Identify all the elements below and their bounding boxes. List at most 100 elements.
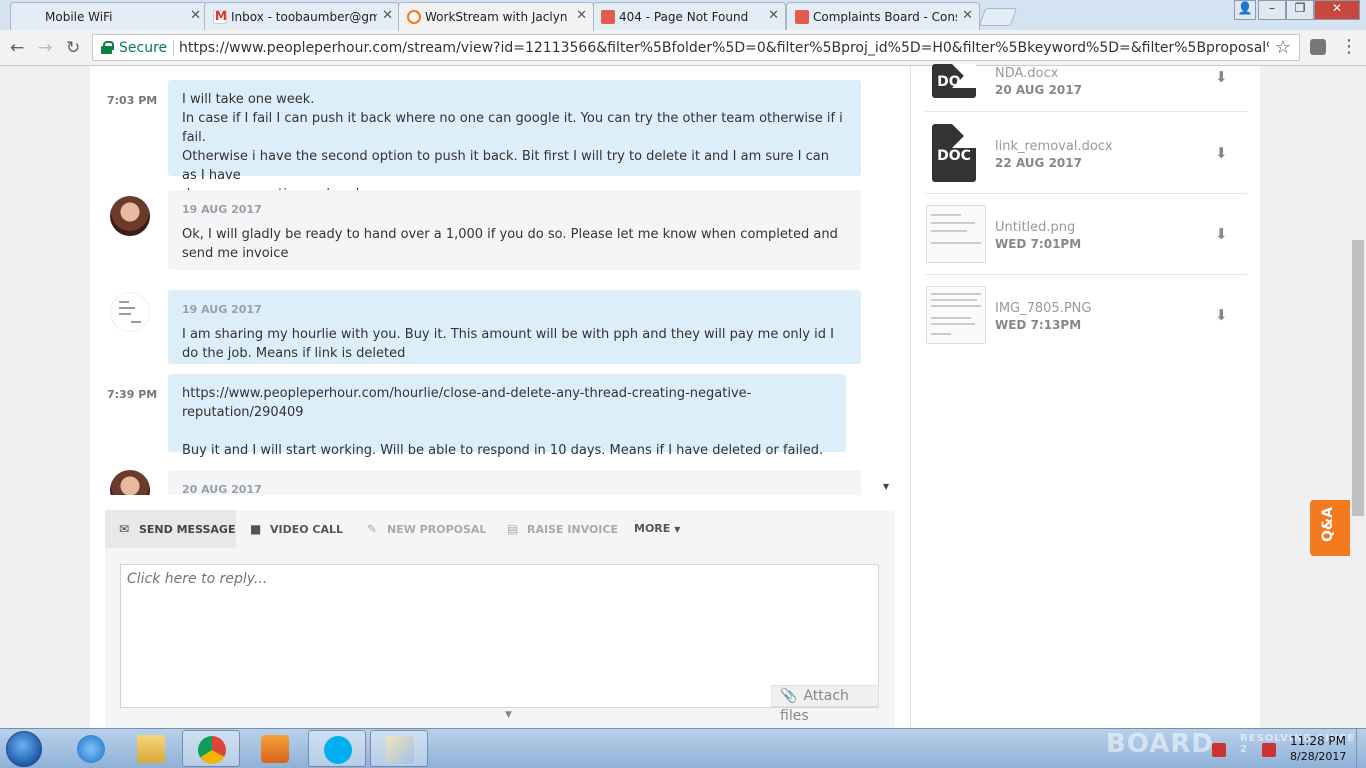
doc-file-icon: DOC	[932, 64, 976, 98]
file-item[interactable]: Untitled.png WED 7:01PM ⬇	[925, 195, 1247, 275]
download-icon[interactable]: ⬇	[1215, 306, 1228, 324]
network-icon[interactable]	[1212, 743, 1226, 757]
file-date: 20 AUG 2017	[995, 83, 1082, 97]
tab-send-message[interactable]: ✉ SEND MESSAGE	[105, 510, 236, 548]
download-icon[interactable]: ⬇	[1215, 225, 1228, 243]
lock-icon	[101, 41, 114, 54]
tab-inbox[interactable]: Inbox - toobaumber@gm ✕	[204, 2, 400, 30]
more-dropdown[interactable]: MORE ▼	[620, 510, 700, 548]
forward-arrow-icon[interactable]: →	[38, 38, 52, 58]
qa-button[interactable]: Q&A	[1310, 500, 1350, 556]
taskbar-media[interactable]	[246, 730, 304, 767]
close-icon[interactable]: ✕	[382, 8, 393, 23]
reply-composer: 📎Attach files ▼	[105, 548, 895, 728]
close-icon[interactable]: ✕	[768, 8, 779, 23]
close-icon[interactable]: ✕	[190, 8, 201, 23]
tab-title: 404 - Page Not Found	[619, 10, 749, 24]
message-bubble: 19 AUG 2017 Ok, I will gladly be ready t…	[168, 190, 861, 270]
close-icon[interactable]: ✕	[962, 8, 973, 23]
file-name[interactable]: IMG_7805.PNG	[995, 301, 1091, 316]
message-text: I am sharing my hourlie with you. Buy it…	[182, 327, 834, 361]
media-player-icon	[261, 735, 289, 763]
show-desktop-button[interactable]	[1356, 729, 1366, 768]
close-window-button[interactable]: ✕	[1314, 0, 1360, 20]
qa-label: Q&A	[1320, 507, 1336, 542]
tab-title: WorkStream with Jaclyn	[425, 10, 568, 24]
taskbar-skype[interactable]	[308, 730, 366, 767]
page-content: 7:03 PM I will take one week. In case if…	[0, 64, 1366, 728]
file-item[interactable]: DOC link_removal.docx 22 AUG 2017 ⬇	[925, 114, 1247, 194]
taskbar-explorer[interactable]	[122, 730, 180, 767]
tab-raise-invoice[interactable]: ▤ RAISE INVOICE	[493, 510, 623, 548]
tab-title: Inbox - toobaumber@gm	[231, 10, 377, 24]
message-bubble: 19 AUG 2017 I am sharing my hourlie with…	[168, 290, 861, 364]
paperclip-icon: 📎	[780, 688, 798, 704]
envelope-icon: ✉	[119, 522, 130, 536]
tab-workstream[interactable]: WorkStream with Jaclyn ✕	[398, 2, 594, 31]
doc-file-icon: DOC	[932, 124, 976, 182]
clock-date[interactable]: 8/28/2017	[1290, 750, 1346, 763]
taskbar-chrome[interactable]	[182, 730, 240, 767]
reply-input[interactable]	[120, 564, 879, 708]
tab-404[interactable]: 404 - Page Not Found ✕	[592, 2, 786, 30]
file-name[interactable]: Untitled.png	[995, 220, 1075, 235]
minimize-button[interactable]: –	[1258, 0, 1286, 20]
stream-scrollbar[interactable]: ▼	[880, 66, 895, 495]
user-icon[interactable]: 👤	[1234, 0, 1256, 20]
taskbar-ie[interactable]	[62, 730, 120, 767]
tab-title: Mobile WiFi	[45, 10, 113, 24]
attach-files-button[interactable]: 📎 Attach files	[771, 685, 879, 724]
tab-label: NEW PROPOSAL	[387, 523, 487, 536]
avatar[interactable]	[110, 196, 150, 236]
close-icon[interactable]: ✕	[576, 8, 587, 23]
windows-start-icon[interactable]	[6, 731, 42, 767]
clock-time[interactable]: 11:28 PM	[1290, 734, 1346, 748]
tab-mobile-wifi[interactable]: Mobile WiFi ✕	[10, 2, 208, 30]
reload-icon[interactable]: ↻	[66, 38, 80, 58]
new-tab-button[interactable]	[978, 8, 1018, 26]
complaints-board-icon	[795, 10, 809, 24]
file-name[interactable]: NDA.docx	[995, 66, 1058, 81]
volume-icon[interactable]	[1262, 743, 1276, 757]
taskbar-paint[interactable]	[370, 730, 428, 767]
browser-tab-strip: Mobile WiFi ✕ Inbox - toobaumber@gm ✕ Wo…	[0, 0, 1366, 31]
tab-video-call[interactable]: ■ VIDEO CALL	[236, 510, 353, 548]
scrollbar-thumb[interactable]	[1352, 240, 1364, 516]
tab-label: MORE	[634, 522, 671, 535]
composer-tabs: ✉ SEND MESSAGE ■ VIDEO CALL ✎ NEW PROPOSAL …	[105, 510, 895, 548]
file-date: WED 7:01PM	[995, 237, 1082, 251]
windows-taskbar: BOARD RESOLVING SINCE 2 11:28 PM 8/28/20…	[0, 728, 1366, 768]
message-bubble: 20 AUG 2017	[168, 470, 861, 495]
bookmark-star-icon[interactable]: ☆	[1275, 37, 1291, 58]
message-link[interactable]: https://www.peopleperhour.com/hourlie/cl…	[182, 384, 832, 422]
video-camera-icon: ■	[250, 522, 262, 536]
page-scrollbar[interactable]	[1350, 66, 1366, 728]
file-item[interactable]: IMG_7805.PNG WED 7:13PM ⬇	[925, 276, 1247, 356]
file-item[interactable]: DOC NDA.docx 20 AUG 2017 ⬇	[925, 32, 1247, 112]
menu-icon[interactable]: ⋮	[1340, 36, 1358, 57]
download-icon[interactable]: ⬇	[1215, 68, 1228, 86]
file-date: 22 AUG 2017	[995, 156, 1082, 170]
message-line: I will take one week.	[182, 92, 315, 107]
folder-icon	[137, 735, 165, 763]
message-date: 19 AUG 2017	[182, 303, 262, 316]
tab-label: VIDEO CALL	[270, 523, 344, 536]
image-thumbnail	[926, 286, 986, 344]
scroll-down-arrow-icon[interactable]: ▼	[883, 482, 889, 491]
avatar[interactable]	[110, 470, 150, 495]
tab-new-proposal[interactable]: ✎ NEW PROPOSAL	[353, 510, 493, 548]
maximize-button[interactable]: ❐	[1286, 0, 1314, 20]
back-arrow-icon[interactable]: ←	[10, 38, 24, 58]
file-name[interactable]: link_removal.docx	[995, 139, 1113, 154]
tab-label: RAISE INVOICE	[527, 523, 618, 536]
secure-label: Secure	[119, 40, 168, 56]
tab-complaints-board[interactable]: Complaints Board - Cons ✕	[786, 2, 980, 30]
message-stream[interactable]: 7:03 PM I will take one week. In case if…	[90, 66, 895, 495]
extension-icon[interactable]	[1310, 39, 1326, 55]
message-time: 7:39 PM	[107, 388, 158, 401]
avatar[interactable]	[110, 292, 150, 332]
caret-down-icon: ▼	[674, 525, 681, 534]
watermark-logo: BOARD	[1106, 729, 1214, 759]
download-icon[interactable]: ⬇	[1215, 144, 1228, 162]
tab-label: SEND MESSAGE	[139, 523, 236, 536]
